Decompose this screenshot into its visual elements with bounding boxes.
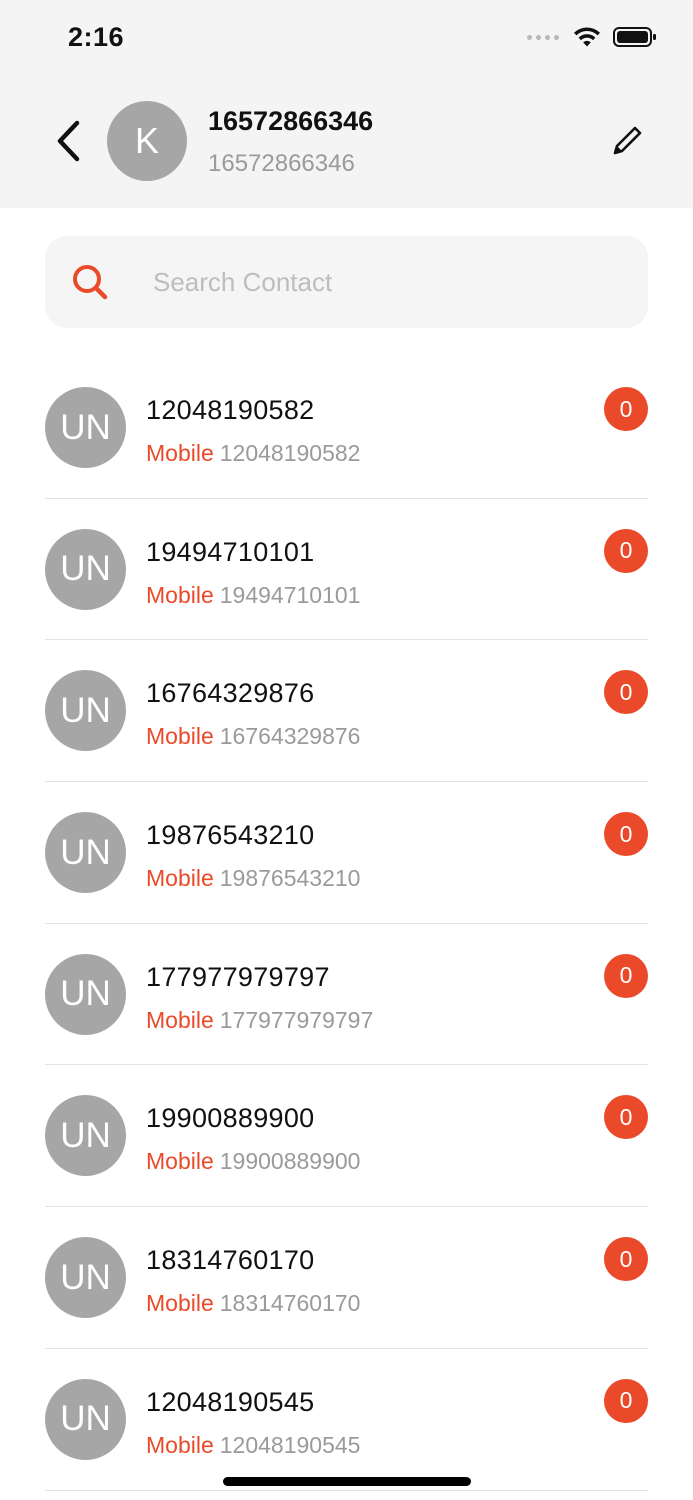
contact-name: 16572866346 [208,106,374,136]
contact-avatar: UN [45,1237,126,1319]
unread-count-badge: 0 [604,812,648,857]
contact-detail: Mobile 19900889900 [146,1148,360,1175]
contact-row[interactable]: UN 19494710101 Mobile 19494710101 0 [0,499,693,641]
unread-count-badge: 0 [604,670,648,715]
contact-avatar: UN [45,528,126,610]
contact-name: 19494710101 [146,536,315,567]
phone-number: 19900889900 [219,1148,361,1175]
phone-number: 19494710101 [219,581,361,608]
contact-avatar: UN [45,953,126,1035]
contact-detail: Mobile 19494710101 [146,582,360,609]
status-time: 2:16 [68,22,125,52]
row-divider [45,1489,648,1491]
chevron-left-icon [57,120,80,162]
contact-detail: Mobile 12048190545 [146,1432,360,1459]
contact-row[interactable]: UN 19876543210 Mobile 19876543210 0 [0,782,693,924]
phone-number: 16764329876 [219,723,361,750]
phone-type-label: Mobile [146,581,214,608]
search-icon [73,265,108,300]
phone-type-label: Mobile [146,1148,214,1175]
phone-type-label: Mobile [146,723,214,750]
contact-name: 12048190582 [146,395,315,425]
unread-count-badge: 0 [604,1378,648,1423]
wifi-icon [574,27,600,47]
unread-count-badge: 0 [604,1095,648,1140]
contact-avatar: UN [45,1378,126,1460]
phone-type-label: Mobile [146,865,214,892]
contact-name: 18314760170 [146,1245,315,1276]
contact-name: 19900889900 [146,1103,315,1134]
contact-row[interactable]: UN 16764329876 Mobile 16764329876 0 [0,640,693,783]
status-icons [527,26,657,48]
contact-row[interactable]: UN 19900889900 Mobile 19900889900 0 [0,1065,693,1208]
contact-detail: Mobile 19876543210 [146,865,360,892]
contact-detail: Mobile 18314760170 [146,1290,360,1317]
unread-count-badge: 0 [604,387,648,431]
contact-detail: Mobile 177977979797 [146,1007,373,1034]
phone-number: 12048190545 [219,1431,361,1458]
contact-name: 12048190545 [146,1386,315,1417]
search-bar[interactable] [45,236,648,328]
contact-detail: Mobile 16764329876 [146,723,360,750]
edit-button[interactable] [604,118,650,164]
phone-number: 18314760170 [219,1290,361,1317]
unread-count-badge: 0 [604,953,648,998]
contact-number: 16572866346 [208,150,355,177]
signal-icon [527,34,559,40]
contact-avatar: UN [45,812,126,894]
phone-number: 177977979797 [219,1006,374,1033]
contact-name: 19876543210 [146,820,315,851]
contact-avatar: UN [45,670,126,752]
back-button[interactable] [46,116,90,166]
phone-type-label: Mobile [146,440,214,466]
contact-name: 177977979797 [146,961,330,992]
phone-type-label: Mobile [146,1006,214,1033]
contact-avatar: UN [45,387,126,468]
phone-number: 19876543210 [219,865,361,892]
contact-row[interactable]: UN 12048190545 Mobile 12048190545 0 [0,1349,693,1491]
home-indicator [223,1477,471,1486]
phone-type-label: Mobile [146,1290,214,1317]
unread-count-badge: 0 [604,528,648,573]
battery-icon [613,27,656,47]
contact-header: 2:16 K 16572866346 16572866346 [0,0,693,208]
contact-avatar[interactable]: K [107,101,187,181]
phone-number: 12048190582 [219,440,361,466]
unread-count-badge: 0 [604,1237,648,1282]
contact-row[interactable]: UN 177977979797 Mobile 177977979797 0 [0,924,693,1066]
contact-name: 16764329876 [146,678,315,709]
contact-list: UN 12048190582 Mobile 12048190582 0 UN 1949471… [0,357,693,1491]
contact-row[interactable]: UN 18314760170 Mobile 18314760170 0 [0,1207,693,1349]
search-input[interactable] [153,262,613,302]
contact-row[interactable]: UN 12048190582 Mobile 12048190582 0 [0,357,693,499]
phone-type-label: Mobile [146,1431,214,1458]
contact-detail: Mobile 12048190582 [146,440,360,467]
status-bar: 2:16 [0,0,693,80]
pencil-icon [613,126,642,155]
contact-avatar: UN [45,1095,126,1177]
